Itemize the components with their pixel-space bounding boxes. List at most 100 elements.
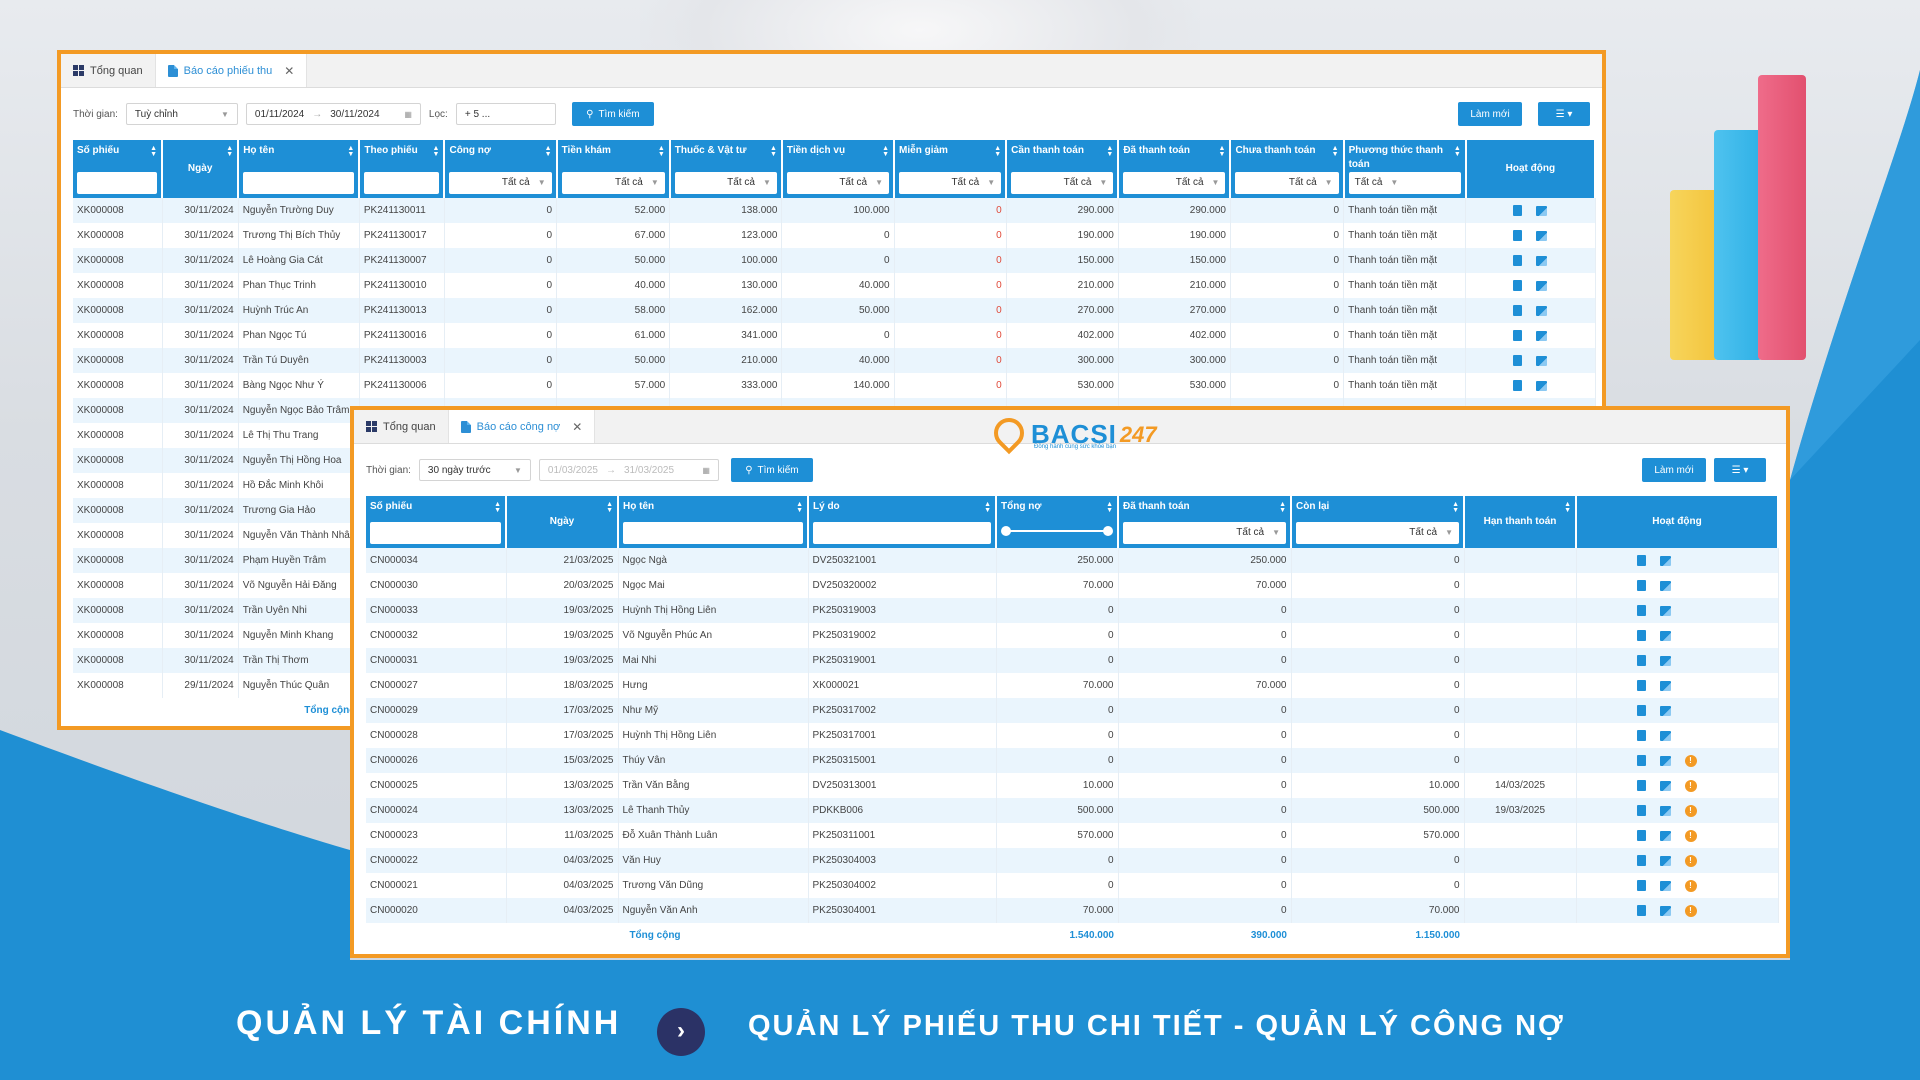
document-icon[interactable] — [1636, 755, 1646, 766]
column-filter-input[interactable] — [77, 172, 158, 194]
refresh-button[interactable]: Làm mới — [1458, 102, 1522, 126]
document-icon[interactable] — [1513, 230, 1523, 241]
column-filter-input[interactable] — [364, 172, 440, 194]
column-filter-select[interactable]: Tất cả ▼ — [1123, 522, 1286, 544]
column-filter-select[interactable]: Tất cả ▼ — [899, 172, 1002, 194]
time-select[interactable]: Tuỳ chỉnh ▼ — [125, 103, 238, 125]
edit-icon[interactable] — [1659, 605, 1671, 616]
table-row[interactable]: XK000008 30/11/2024 Trương Thị Bích Thủy PK… — [73, 223, 1596, 248]
table-row[interactable]: CN000026 15/03/2025 Thúy Vân PK250315001 0 0 0… — [366, 748, 1779, 773]
slider-handle[interactable] — [1001, 526, 1011, 536]
table-row[interactable]: XK000008 30/11/2024 Nguyễn Trường Duy PK241… — [73, 198, 1596, 223]
table-row[interactable]: XK000008 30/11/2024 Huỳnh Trúc An PK2411300… — [73, 298, 1596, 323]
edit-icon[interactable] — [1536, 255, 1548, 266]
range-slider[interactable] — [1001, 526, 1113, 536]
sort-icon[interactable]: ▲ ▼ — [1564, 501, 1571, 514]
edit-icon[interactable] — [1659, 580, 1671, 591]
time-select[interactable]: 30 ngày trước ▼ — [418, 459, 531, 481]
edit-icon[interactable] — [1536, 355, 1548, 366]
sort-icon[interactable]: ▲ ▼ — [347, 145, 354, 158]
edit-icon[interactable] — [1536, 230, 1548, 241]
search-button[interactable]: ⚲ Tìm kiếm — [571, 102, 654, 126]
document-icon[interactable] — [1636, 630, 1646, 641]
column-filter-select[interactable]: Tất cả ▼ — [1123, 172, 1226, 194]
column-filter-select[interactable]: Tất cả ▼ — [449, 172, 552, 194]
table-row[interactable]: CN000030 20/03/2025 Ngọc Mai DV250320002 70.… — [366, 573, 1779, 598]
table-row[interactable]: CN000028 17/03/2025 Huỳnh Thị Hồng Liên PK2… — [366, 723, 1779, 748]
edit-icon[interactable] — [1659, 905, 1671, 916]
table-row[interactable]: CN000027 18/03/2025 Hưng XK000021 70.000 70.0… — [366, 673, 1779, 698]
table-row[interactable]: XK000008 30/11/2024 Phan Thục Trinh PK24113… — [73, 273, 1596, 298]
tab-overview[interactable]: Tổng quan — [354, 410, 448, 443]
sort-icon[interactable]: ▲ ▼ — [770, 145, 777, 158]
column-filter-select[interactable]: Tất cả ▼ — [1348, 172, 1461, 194]
table-row[interactable]: CN000020 04/03/2025 Nguyễn Văn Anh PK250304… — [366, 898, 1779, 923]
document-icon[interactable] — [1636, 780, 1646, 791]
edit-icon[interactable] — [1659, 555, 1671, 566]
sort-icon[interactable]: ▲ ▼ — [1219, 145, 1226, 158]
table-row[interactable]: CN000022 04/03/2025 Văn Huy PK250304003 0 0 0! — [366, 848, 1779, 873]
column-filter-select[interactable]: Tất cả ▼ — [674, 172, 777, 194]
warning-icon[interactable]: ! — [1684, 879, 1697, 892]
sort-icon[interactable]: ▲ ▼ — [1454, 145, 1461, 158]
edit-icon[interactable] — [1659, 705, 1671, 716]
edit-icon[interactable] — [1659, 655, 1671, 666]
column-filter-select[interactable]: Tất cả ▼ — [786, 172, 890, 194]
column-menu-button[interactable]: ☰ ▾ — [1714, 458, 1766, 482]
document-icon[interactable] — [1513, 330, 1523, 341]
document-icon[interactable] — [1636, 880, 1646, 891]
document-icon[interactable] — [1636, 680, 1646, 691]
sort-icon[interactable]: ▲ ▼ — [1106, 501, 1113, 514]
slider-handle[interactable] — [1103, 526, 1113, 536]
edit-icon[interactable] — [1536, 280, 1548, 291]
table-row[interactable]: CN000025 13/03/2025 Trần Văn Bằng DV2503130… — [366, 773, 1779, 798]
table-row[interactable]: CN000023 11/03/2025 Đỗ Xuân Thành Luân PK25… — [366, 823, 1779, 848]
edit-icon[interactable] — [1659, 780, 1671, 791]
warning-icon[interactable]: ! — [1684, 804, 1697, 817]
column-filter-select[interactable]: Tất cả ▼ — [561, 172, 665, 194]
document-icon[interactable] — [1513, 205, 1523, 216]
edit-icon[interactable] — [1536, 305, 1548, 316]
edit-icon[interactable] — [1659, 830, 1671, 841]
sort-icon[interactable]: ▲ ▼ — [1106, 145, 1113, 158]
document-icon[interactable] — [1636, 605, 1646, 616]
table-row[interactable]: CN000029 17/03/2025 Như Mỹ PK250317002 0 0 0 — [366, 698, 1779, 723]
tab-overview[interactable]: Tổng quan — [61, 54, 155, 87]
date-range-input[interactable]: 01/11/2024 → 30/11/2024 ▦ — [245, 103, 421, 125]
edit-icon[interactable] — [1659, 880, 1671, 891]
sort-icon[interactable]: ▲ ▼ — [796, 501, 803, 514]
sort-icon[interactable]: ▲ ▼ — [984, 501, 991, 514]
edit-icon[interactable] — [1536, 330, 1548, 341]
sort-icon[interactable]: ▲ ▼ — [433, 145, 440, 158]
document-icon[interactable] — [1513, 280, 1523, 291]
document-icon[interactable] — [1636, 905, 1646, 916]
sort-icon[interactable]: ▲ ▼ — [494, 501, 501, 514]
edit-icon[interactable] — [1659, 680, 1671, 691]
warning-icon[interactable]: ! — [1684, 779, 1697, 792]
column-filter-input[interactable] — [243, 172, 355, 194]
table-row[interactable]: XK000008 30/11/2024 Bàng Ngọc Như Ý PK24113… — [73, 373, 1596, 398]
sort-icon[interactable]: ▲ ▼ — [1279, 501, 1286, 514]
sort-icon[interactable]: ▲ ▼ — [994, 145, 1001, 158]
document-icon[interactable] — [1513, 355, 1523, 366]
document-icon[interactable] — [1636, 855, 1646, 866]
edit-icon[interactable] — [1659, 855, 1671, 866]
column-filter-select[interactable]: Tất cả ▼ — [1011, 172, 1114, 194]
document-icon[interactable] — [1513, 305, 1523, 316]
column-filter-select[interactable]: Tất cả ▼ — [1296, 522, 1459, 544]
document-icon[interactable] — [1636, 830, 1646, 841]
column-menu-button[interactable]: ☰ ▾ — [1538, 102, 1590, 126]
document-icon[interactable] — [1513, 380, 1523, 391]
edit-icon[interactable] — [1659, 730, 1671, 741]
close-icon[interactable]: ✕ — [572, 420, 582, 434]
tab-receipt-report[interactable]: Báo cáo phiếu thu ✕ — [154, 54, 308, 87]
document-icon[interactable] — [1513, 255, 1523, 266]
table-row[interactable]: CN000034 21/03/2025 Ngọc Ngà DV250321001 250… — [366, 548, 1779, 573]
filter-input[interactable]: + 5 ... — [455, 103, 556, 125]
document-icon[interactable] — [1636, 555, 1646, 566]
document-icon[interactable] — [1636, 805, 1646, 816]
table-row[interactable]: CN000033 19/03/2025 Huỳnh Thị Hồng Liên PK2… — [366, 598, 1779, 623]
document-icon[interactable] — [1636, 655, 1646, 666]
warning-icon[interactable]: ! — [1684, 854, 1697, 867]
search-button[interactable]: ⚲ Tìm kiếm — [730, 458, 813, 482]
